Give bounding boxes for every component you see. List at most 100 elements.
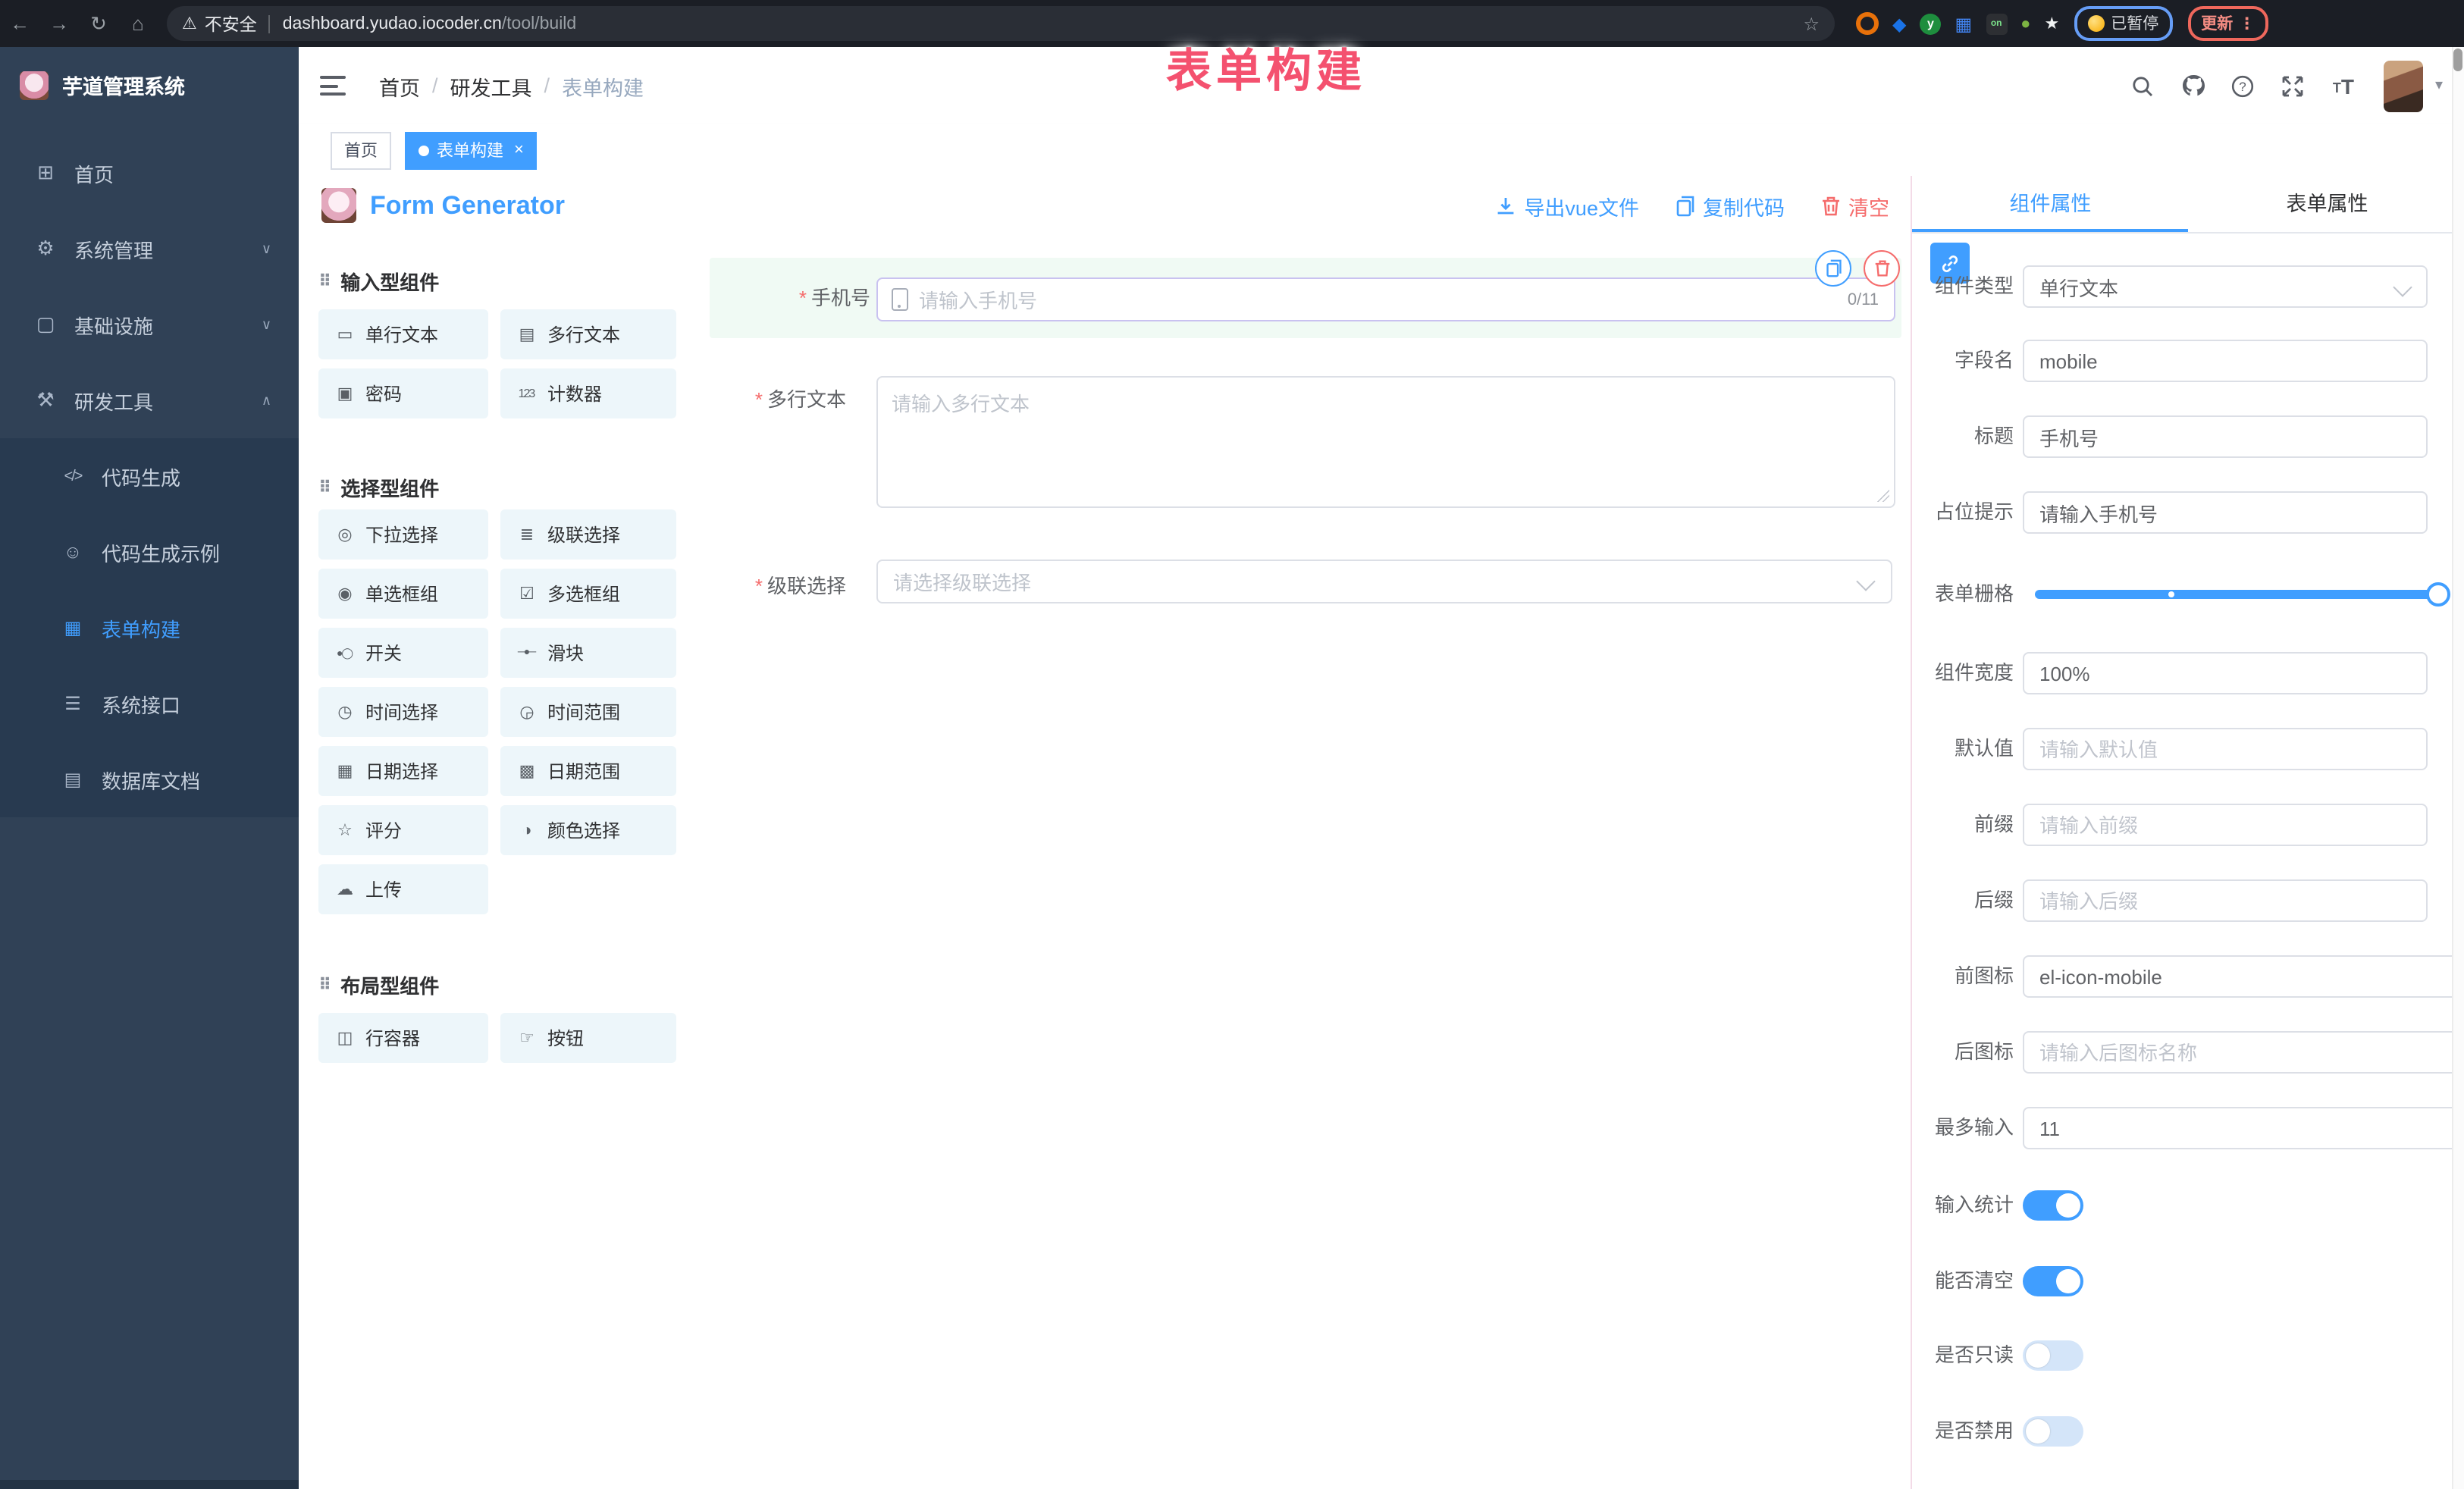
page: ← → ↻ ⌂ ⚠ 不安全 dashboard.yudao.iocoder.cn… — [0, 0, 2464, 1489]
mobile-input[interactable]: 请输入手机号 0/11 — [876, 277, 1895, 321]
clear-button[interactable]: 清空 — [1821, 190, 1889, 221]
palette-item-time[interactable]: ◷时间选择 — [318, 687, 488, 737]
extension-y-icon[interactable]: y — [1920, 13, 1941, 34]
default-value-input[interactable] — [2023, 728, 2428, 770]
github-icon[interactable] — [2168, 73, 2218, 99]
app-logo-row[interactable]: 芋道管理系统 — [0, 47, 299, 123]
prefix-icon-input[interactable] — [2023, 955, 2455, 998]
component-type-value[interactable] — [2023, 265, 2428, 308]
close-icon[interactable]: × — [514, 141, 524, 159]
bookmark-star-icon[interactable]: ☆ — [1803, 13, 1820, 34]
palette-item-row[interactable]: ◫行容器 — [318, 1013, 488, 1063]
palette-item-button[interactable]: ☞按钮 — [500, 1013, 676, 1063]
panel-tabs: 组件属性 表单属性 — [1912, 176, 2464, 234]
search-icon[interactable] — [2118, 74, 2168, 98]
textarea-input[interactable]: 请输入多行文本 — [876, 376, 1895, 508]
profile-paused-badge[interactable]: 已暂停 — [2074, 6, 2172, 41]
tag-home[interactable]: 首页 — [331, 131, 391, 169]
palette-item-checkbox[interactable]: ☑多选框组 — [500, 569, 676, 619]
page-scrollbar[interactable] — [2452, 47, 2464, 1489]
palette-item-single-text[interactable]: ▭单行文本 — [318, 309, 488, 359]
disabled-toggle[interactable] — [2023, 1416, 2083, 1447]
sidebar-item-codegen[interactable]: </> 代码生成 — [0, 438, 299, 514]
extension-puzzle-icon[interactable]: ★ — [2044, 14, 2059, 33]
user-menu-caret-icon[interactable]: ▾ — [2435, 77, 2443, 94]
extension-leaf-icon[interactable]: ● — [2020, 14, 2030, 33]
form-grid-slider[interactable] — [2035, 590, 2438, 599]
component-type-select[interactable] — [2023, 265, 2428, 308]
tab-form-props[interactable]: 表单属性 — [2189, 176, 2464, 232]
checkbox-icon: ☑ — [516, 584, 537, 603]
field-name-input[interactable] — [2023, 340, 2428, 382]
extension-orange-icon[interactable] — [1856, 12, 1879, 35]
breadcrumb-home[interactable]: 首页 — [379, 71, 420, 101]
placeholder-input[interactable] — [2023, 491, 2428, 534]
export-vue-button[interactable]: 导出vue文件 — [1495, 190, 1639, 221]
title-input[interactable] — [2023, 415, 2428, 458]
drag-handle-icon: ⠿ — [318, 271, 331, 291]
extension-gem-icon[interactable]: ◆ — [1892, 13, 1906, 34]
palette-item-radio[interactable]: ◉单选框组 — [318, 569, 488, 619]
resize-handle[interactable] — [1877, 490, 1889, 502]
sidebar-item-home[interactable]: ⊞ 首页 — [0, 135, 299, 211]
suffix-icon-input[interactable] — [2023, 1031, 2455, 1074]
extension-on-icon[interactable]: on — [1986, 13, 2007, 34]
canvas-field-mobile[interactable]: *手机号 请输入手机号 0/11 — [710, 258, 1901, 338]
security-label[interactable]: 不安全 — [205, 11, 257, 36]
clearable-toggle[interactable] — [2023, 1266, 2083, 1296]
breadcrumb-devtools[interactable]: 研发工具 — [450, 71, 532, 101]
palette-item-cascader[interactable]: ≣级联选择 — [500, 509, 676, 560]
palette-item-counter[interactable]: 123计数器 — [500, 368, 676, 418]
extension-grid-icon[interactable]: ▦ — [1955, 13, 1972, 34]
copy-component-button[interactable] — [1815, 250, 1851, 287]
home-icon[interactable]: ⌂ — [118, 12, 158, 35]
sidebar-item-codegen-demo[interactable]: ☺ 代码生成示例 — [0, 514, 299, 590]
sidebar-item-form-builder[interactable]: ▦ 表单构建 — [0, 590, 299, 666]
sidebar-item-devtools[interactable]: ⚒ 研发工具 ∧ — [0, 362, 299, 438]
input-stat-toggle[interactable] — [2023, 1190, 2083, 1221]
copy-code-button[interactable]: 复制代码 — [1676, 190, 1785, 221]
sidebar-item-label: 研发工具 — [74, 386, 153, 415]
back-icon[interactable]: ← — [0, 12, 39, 35]
textarea-placeholder: 请输入多行文本 — [892, 393, 1030, 415]
palette-item-select[interactable]: ◎下拉选择 — [318, 509, 488, 560]
sidebar-item-infra[interactable]: ▢ 基础设施 ∨ — [0, 287, 299, 362]
readonly-toggle[interactable] — [2023, 1340, 2083, 1371]
palette-item-rate[interactable]: ☆评分 — [318, 805, 488, 855]
palette-item-date[interactable]: ▦日期选择 — [318, 746, 488, 796]
fullscreen-icon[interactable] — [2268, 74, 2318, 98]
collapse-sidebar-icon[interactable] — [320, 76, 346, 96]
tag-form-builder[interactable]: 表单构建 × — [405, 131, 538, 169]
font-size-icon[interactable]: TT — [2318, 75, 2368, 96]
palette-item-label: 滑块 — [547, 640, 584, 666]
palette-item-upload[interactable]: ☁上传 — [318, 864, 488, 914]
reload-icon[interactable]: ↻ — [79, 11, 118, 36]
sidebar-hscrollbar[interactable] — [0, 1480, 299, 1489]
page-scrollbar-thumb[interactable] — [2453, 49, 2462, 71]
palette-item-date-range[interactable]: ▩日期范围 — [500, 746, 676, 796]
prefix-input[interactable] — [2023, 804, 2428, 846]
textarea-icon: ▤ — [516, 324, 537, 344]
palette-item-color[interactable]: ◑颜色选择 — [500, 805, 676, 855]
palette-item-switch[interactable]: ●◯开关 — [318, 628, 488, 678]
avatar[interactable] — [2384, 60, 2423, 111]
sidebar-item-db-doc[interactable]: ▤ 数据库文档 — [0, 741, 299, 817]
help-icon[interactable]: ? — [2218, 74, 2268, 98]
kebab-menu-icon[interactable]: ⋮ — [2239, 14, 2255, 33]
palette-item-time-range[interactable]: ◶时间范围 — [500, 687, 676, 737]
palette-item-slider[interactable]: ─●─滑块 — [500, 628, 676, 678]
palette-item-password[interactable]: ▣密码 — [318, 368, 488, 418]
tab-component-props[interactable]: 组件属性 — [1912, 176, 2189, 232]
palette-item-textarea[interactable]: ▤多行文本 — [500, 309, 676, 359]
sidebar-item-api[interactable]: ☰ 系统接口 — [0, 666, 299, 741]
suffix-input[interactable] — [2023, 879, 2428, 922]
url-bar[interactable]: ⚠ 不安全 dashboard.yudao.iocoder.cn /tool/b… — [167, 6, 1835, 41]
delete-component-button[interactable] — [1864, 250, 1900, 287]
slider-handle[interactable] — [2426, 582, 2450, 607]
cascader-input[interactable]: 请选择级联选择 — [876, 560, 1892, 603]
component-width-input[interactable] — [2023, 652, 2428, 694]
forward-icon[interactable]: → — [39, 12, 79, 35]
sidebar-item-system[interactable]: ⚙ 系统管理 ∨ — [0, 211, 299, 287]
maxlength-input[interactable] — [2023, 1107, 2455, 1149]
chrome-update-button[interactable]: 更新 ⋮ — [2187, 6, 2268, 41]
